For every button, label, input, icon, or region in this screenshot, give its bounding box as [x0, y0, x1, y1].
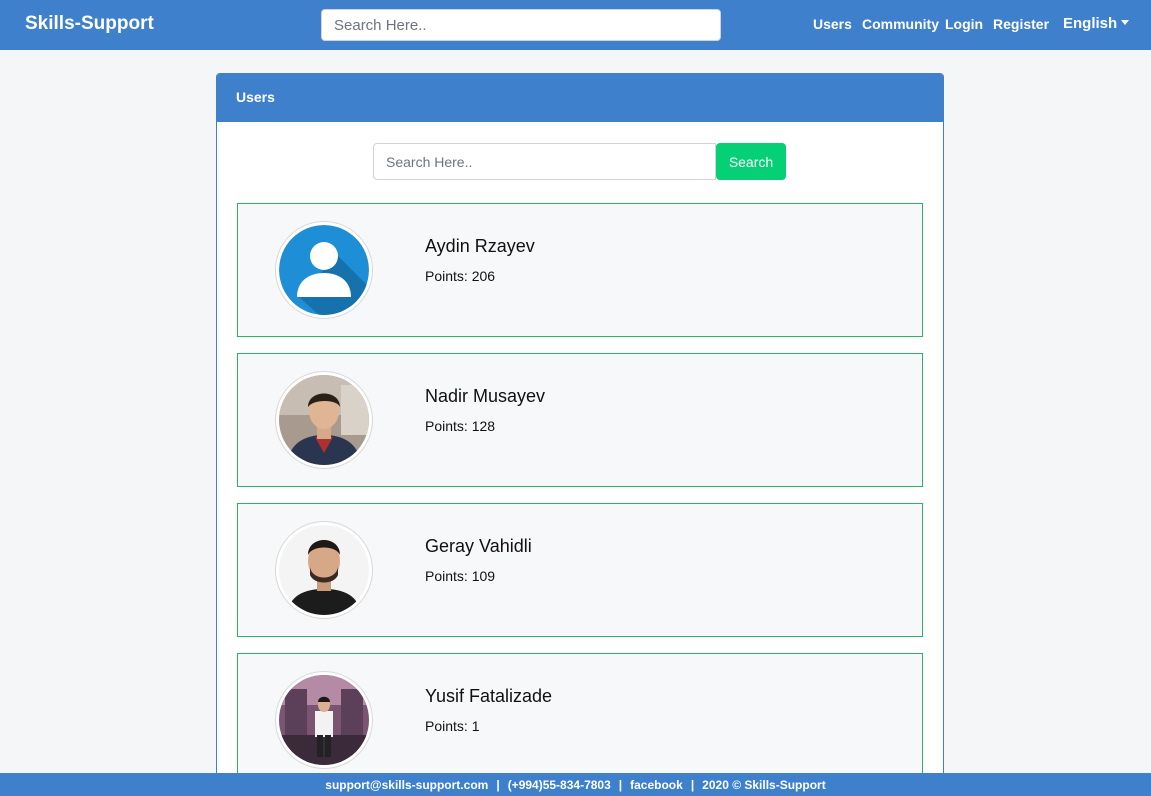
footer-divider: |	[496, 778, 500, 792]
user-name[interactable]: Aydin Rzayev	[425, 236, 535, 257]
language-dropdown[interactable]: English	[1063, 15, 1130, 32]
footer: support@skills-support.com | (+994)55-834-…	[0, 773, 1151, 796]
users-card: Users Search Aydin Rzayev Points: 206	[216, 73, 944, 796]
user-name[interactable]: Yusif Fatalizade	[425, 686, 552, 707]
nav-links: Users Community Login Register English	[0, 15, 1151, 36]
profile-photo	[279, 525, 369, 615]
card-header: Users	[217, 74, 943, 122]
support-email-link[interactable]: support@skills-support.com	[325, 778, 488, 792]
copyright-text: 2020 © Skills-Support	[702, 778, 826, 792]
user-card[interactable]: Nadir Musayev Points: 128	[237, 353, 923, 487]
nav-link-users[interactable]: Users	[813, 16, 852, 32]
search-button[interactable]: Search	[716, 143, 786, 180]
nav-link-login[interactable]: Login	[945, 16, 983, 32]
avatar	[275, 371, 373, 469]
caret-down-icon	[1121, 20, 1130, 25]
avatar	[275, 671, 373, 769]
user-name[interactable]: Geray Vahidli	[425, 536, 532, 557]
user-card[interactable]: Geray Vahidli Points: 109	[237, 503, 923, 637]
user-list: Aydin Rzayev Points: 206 Nadir Musayev P…	[237, 203, 923, 796]
footer-divider: |	[690, 778, 695, 792]
user-points: Points: 1	[425, 718, 480, 734]
user-name[interactable]: Nadir Musayev	[425, 386, 545, 407]
support-phone: (+994)55-834-7803	[507, 778, 611, 792]
top-navbar: Skills-Support Users Community Login Reg…	[0, 0, 1151, 50]
user-points: Points: 109	[425, 568, 496, 584]
facebook-link[interactable]: facebook	[630, 778, 683, 792]
profile-photo	[279, 375, 369, 465]
profile-photo	[279, 675, 369, 765]
user-points: Points: 206	[425, 268, 496, 284]
footer-divider: |	[618, 778, 623, 792]
user-search-input[interactable]	[373, 143, 716, 180]
avatar	[275, 521, 373, 619]
nav-link-community[interactable]: Community	[862, 16, 939, 32]
user-card[interactable]: Aydin Rzayev Points: 206	[237, 203, 923, 337]
avatar	[275, 221, 373, 319]
nav-link-register[interactable]: Register	[993, 16, 1049, 32]
language-label: English	[1063, 15, 1118, 32]
user-card[interactable]: Yusif Fatalizade Points: 1	[237, 653, 923, 787]
user-points: Points: 128	[425, 418, 496, 434]
default-user-icon	[279, 225, 369, 315]
